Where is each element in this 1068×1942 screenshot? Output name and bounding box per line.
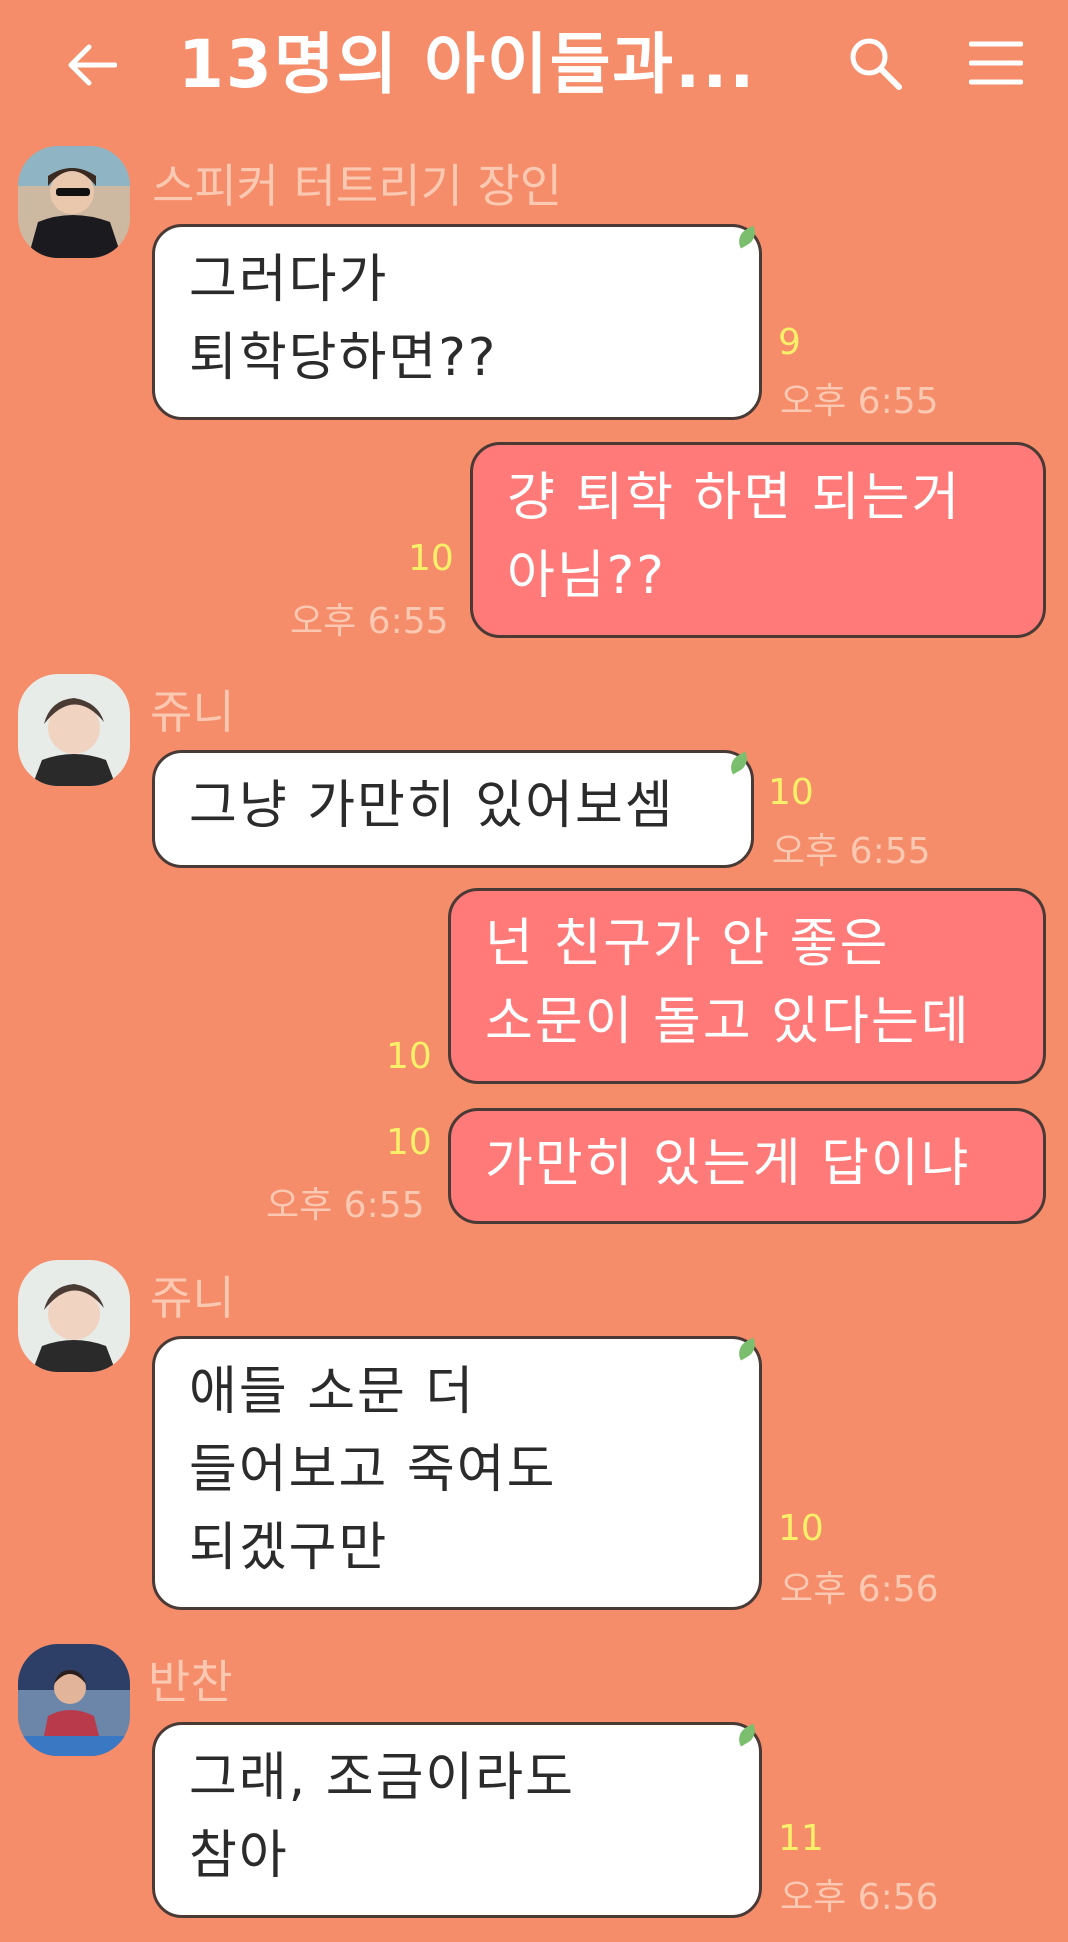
message-bubble[interactable]: 넌 친구가 안 좋은 소문이 돌고 있다는데: [448, 888, 1046, 1084]
message-bubble[interactable]: 걍 퇴학 하면 되는거 아님??: [470, 442, 1046, 638]
unread-count: 9: [778, 322, 801, 363]
search-icon: [850, 38, 902, 90]
menu-button[interactable]: [958, 28, 1034, 98]
unread-count: 10: [408, 538, 454, 579]
message-bubble[interactable]: 그러다가 퇴학당하면??: [152, 224, 762, 420]
sender-name: 반찬: [148, 1655, 233, 1709]
avatar[interactable]: [18, 146, 130, 258]
avatar[interactable]: [18, 1260, 130, 1372]
chat-header: 13명의 아이들과...: [0, 0, 1068, 130]
unread-count: 10: [386, 1036, 432, 1077]
unread-count: 10: [386, 1122, 432, 1163]
message-timestamp: 오후 6:55: [772, 831, 931, 872]
message-bubble[interactable]: 그냥 가만히 있어보셈: [152, 750, 754, 868]
message-bubble[interactable]: 그래, 조금이라도 참아: [152, 1722, 762, 1918]
sender-name: 스피커 터트리기 장인: [152, 159, 563, 213]
unread-count: 10: [778, 1508, 824, 1549]
message-timestamp: 오후 6:55: [266, 1185, 425, 1226]
message-timestamp: 오후 6:56: [780, 1569, 939, 1610]
unread-count: 10: [768, 772, 814, 813]
unread-count: 11: [778, 1818, 824, 1859]
sender-name: 쥬니: [150, 685, 235, 739]
message-timestamp: 오후 6:56: [780, 1877, 939, 1918]
back-button[interactable]: [56, 30, 126, 100]
hamburger-menu-icon: [969, 41, 1023, 85]
sender-name: 쥬니: [150, 1271, 235, 1325]
avatar[interactable]: [18, 1644, 130, 1756]
avatar[interactable]: [18, 674, 130, 786]
message-bubble[interactable]: 애들 소문 더 들어보고 죽여도 되겠구만: [152, 1336, 762, 1610]
back-arrow-icon: [68, 44, 117, 86]
search-button[interactable]: [840, 28, 910, 98]
message-timestamp: 오후 6:55: [780, 381, 939, 422]
message-bubble[interactable]: 가만히 있는게 답이냐: [448, 1108, 1046, 1224]
message-timestamp: 오후 6:55: [290, 601, 449, 642]
chat-title: 13명의 아이들과...: [178, 26, 757, 103]
